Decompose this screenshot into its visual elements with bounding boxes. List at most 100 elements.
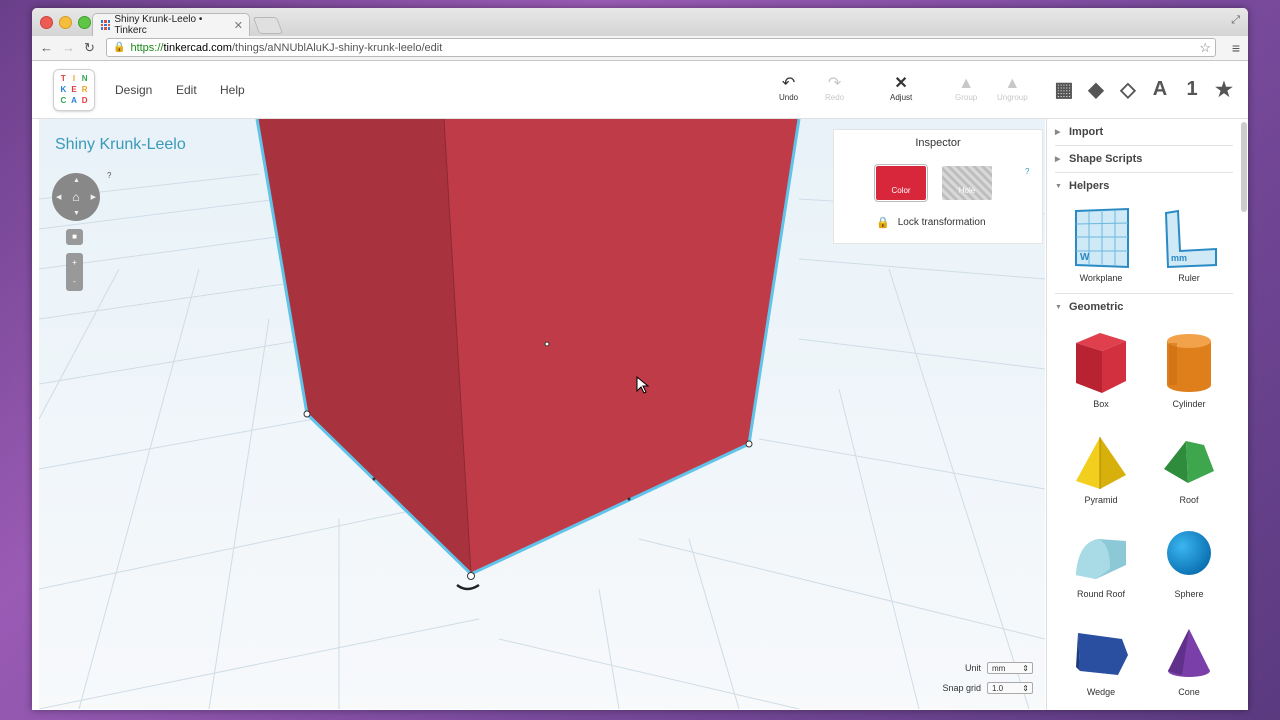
menu-help[interactable]: Help [220, 83, 245, 97]
grid-icon[interactable]: ▦ [1054, 77, 1074, 102]
tab-title: Shiny Krunk-Leelo • Tinkerc [114, 14, 203, 36]
section-import[interactable]: ▶ Import [1055, 119, 1233, 146]
collapse-arrow-icon: ▼ [1055, 182, 1062, 190]
adjust-label: Adjust [890, 93, 913, 102]
select-arrows-icon: ⇕ [1022, 683, 1029, 693]
pyramid-label: Pyramid [1084, 495, 1118, 505]
number-view-icon[interactable]: 1 [1182, 78, 1202, 101]
shape-round-roof[interactable]: Round Roof [1061, 529, 1141, 599]
home-view-icon[interactable]: ⌂ [72, 190, 79, 204]
orbit-left-icon[interactable]: ◀ [56, 193, 61, 201]
ruler-icon: mm [1164, 209, 1217, 269]
shape-cylinder[interactable]: Cylinder [1149, 329, 1229, 409]
ungroup-icon: ▲ [1004, 75, 1021, 92]
wedge-icon [1076, 633, 1128, 675]
undo-label: Undo [779, 93, 799, 102]
text-view-icon[interactable]: A [1150, 78, 1170, 101]
navigation-help-icon[interactable]: ? [107, 171, 111, 180]
expand-arrow-icon: ▶ [1055, 156, 1061, 163]
shape-roof[interactable]: Roof [1149, 435, 1229, 505]
lock-transformation-toggle[interactable]: 🔒 Lock transformation [876, 216, 986, 229]
view-toolbar: ▦ ◆ ◇ A 1 ★ [1054, 77, 1234, 102]
section-label: Helpers [1069, 180, 1110, 192]
back-arrow-icon[interactable]: ← [40, 40, 53, 55]
orbit-right-icon[interactable]: ▶ [91, 193, 96, 201]
helper-workplane[interactable]: W Workplane [1061, 207, 1141, 283]
inspector-panel: Inspector Color Hole ? 🔒 Lock transforma… [833, 129, 1043, 244]
star-icon[interactable]: ★ [1214, 77, 1234, 102]
reload-icon[interactable]: ↻ [84, 40, 95, 56]
snap-grid-select[interactable]: 1.0 ⇕ [987, 682, 1033, 694]
shape-pyramid[interactable]: Pyramid [1061, 435, 1141, 505]
section-helpers[interactable]: ▼ Helpers [1055, 173, 1233, 199]
redo-button[interactable]: ↷ Redo [825, 75, 844, 102]
group-icon: ▲ [958, 75, 975, 92]
workplane-label: Workplane [1079, 273, 1123, 283]
adjust-icon: ✕ [894, 75, 908, 92]
zoom-out-button[interactable]: - [66, 277, 83, 286]
forward-arrow-icon[interactable]: → [62, 40, 75, 55]
shape-wedge[interactable]: Wedge [1061, 627, 1141, 697]
inspector-title: Inspector [915, 137, 961, 149]
3d-workplane[interactable]: Shiny Krunk-Leelo ▲ ▼ ◀ ▶ ⌂ ? ■ + - Insp… [39, 119, 1045, 709]
group-label: Group [955, 93, 978, 102]
color-label: Color [891, 186, 911, 195]
project-title[interactable]: Shiny Krunk-Leelo [55, 136, 186, 154]
tinkercad-logo[interactable]: TIN KER CAD [54, 70, 94, 110]
cube-icon[interactable]: ◆ [1086, 77, 1106, 102]
wedge-label: Wedge [1086, 687, 1116, 697]
menu-design[interactable]: Design [115, 83, 152, 97]
orbit-up-icon[interactable]: ▲ [73, 177, 80, 184]
inspector-help-icon[interactable]: ? [1025, 167, 1029, 176]
minimize-window-button[interactable] [59, 16, 72, 29]
bookmark-star-icon[interactable]: ☆ [1199, 40, 1211, 56]
hole-button[interactable]: Hole [942, 166, 992, 200]
browser-menu-icon[interactable]: ≡ [1232, 40, 1240, 56]
sidebar-scrollbar[interactable] [1241, 122, 1247, 212]
url-host: tinkercad.com [163, 41, 232, 54]
select-arrows-icon: ⇕ [1022, 663, 1029, 673]
group-button[interactable]: ▲ Group [955, 75, 977, 102]
cube-outline-icon[interactable]: ◇ [1118, 77, 1138, 102]
section-shape-scripts[interactable]: ▶ Shape Scripts [1055, 146, 1233, 173]
shape-cone[interactable]: Cone [1149, 627, 1229, 697]
new-tab-button[interactable] [252, 17, 284, 34]
address-bar[interactable]: 🔒 https://tinkercad.com/things/aNNUblAlu… [106, 38, 1216, 57]
ruler-label: Ruler [1178, 273, 1200, 283]
workplane-icon: W [1075, 207, 1129, 269]
ungroup-label: Ungroup [997, 93, 1028, 102]
browser-toolbar: ← → ↻ 🔒 https://tinkercad.com/things/aNN… [32, 36, 1248, 61]
color-button[interactable]: Color [874, 164, 928, 202]
undo-button[interactable]: ↶ Undo [779, 75, 798, 102]
maximize-window-button[interactable] [78, 16, 91, 29]
menu-edit[interactable]: Edit [176, 83, 197, 97]
round-roof-icon [1076, 539, 1126, 579]
shape-box[interactable]: Box [1061, 329, 1141, 409]
shape-sphere[interactable]: Sphere [1149, 529, 1229, 599]
helper-ruler[interactable]: mm Ruler [1149, 207, 1229, 283]
snap-value: 1.0 [992, 683, 1004, 693]
fit-view-button[interactable]: ■ [66, 229, 83, 245]
logo-letter: R [81, 84, 88, 94]
ungroup-button[interactable]: ▲ Ungroup [997, 75, 1028, 102]
app-header: TINKERCAD Design Edit Help ↶ Undo ↷ Redo… [32, 61, 1248, 119]
unit-label: Unit [964, 663, 981, 673]
window-controls [40, 16, 91, 29]
view-navigation-control[interactable]: ▲ ▼ ◀ ▶ ⌂ [52, 173, 100, 221]
close-window-button[interactable] [40, 16, 53, 29]
zoom-in-button[interactable]: + [66, 258, 83, 267]
unit-value: mm [992, 663, 1006, 673]
section-label: Shape Scripts [1069, 153, 1143, 165]
browser-tab[interactable]: Shiny Krunk-Leelo • Tinkerc ✕ [92, 13, 250, 36]
logo-letter: D [81, 95, 88, 105]
sphere-label: Sphere [1174, 589, 1204, 599]
cone-label: Cone [1178, 687, 1200, 697]
hole-label: Hole [958, 186, 976, 195]
adjust-button[interactable]: ✕ Adjust [890, 75, 912, 102]
orbit-down-icon[interactable]: ▼ [73, 210, 80, 217]
tab-close-icon[interactable]: ✕ [234, 19, 243, 32]
fullscreen-icon[interactable]: ⤢ [1231, 14, 1240, 27]
section-label: Import [1069, 126, 1104, 138]
section-geometric[interactable]: ▼ Geometric [1055, 293, 1233, 320]
unit-select[interactable]: mm ⇕ [987, 662, 1033, 674]
